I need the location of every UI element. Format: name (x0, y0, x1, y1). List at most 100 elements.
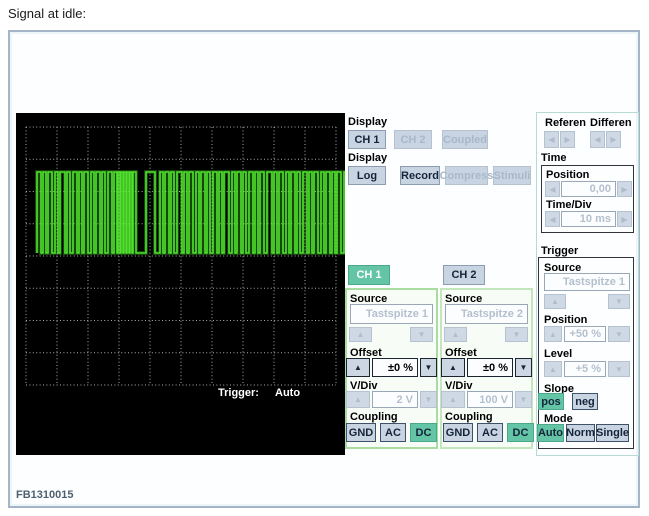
figure-code: FB1310015 (16, 489, 74, 501)
display-channels-label: Display (348, 116, 388, 128)
arrow-up-icon: ▲ (354, 363, 362, 372)
ch2-vdiv-up-button: ▲ (441, 391, 465, 408)
screen: Signal at idle: Trigger: Auto Display CH… (0, 0, 649, 516)
slope-neg-button[interactable]: neg (572, 393, 598, 410)
arrow-down-icon: ▼ (512, 330, 521, 339)
ch1-vdiv-down-button: ▼ (420, 391, 437, 408)
timediv-increase-button: ▶ (617, 211, 632, 227)
waveform-plot (25, 126, 372, 386)
trigger-level-down-button: ▼ (608, 361, 630, 377)
mode-auto-button[interactable]: Auto (537, 424, 564, 442)
arrow-up-icon: ▲ (551, 297, 559, 306)
ch1-vdiv-up-button: ▲ (346, 391, 370, 408)
compress-button: Compress (440, 166, 493, 185)
arrow-down-icon: ▼ (424, 395, 433, 404)
trigger-source-down-button: ▼ (608, 294, 630, 309)
mode-single-button[interactable]: Single (596, 424, 629, 442)
scope-display: Trigger: Auto (16, 113, 372, 455)
trigger-source-value: Tastspitze 1 (544, 273, 630, 291)
differen-prev-button: ◀ (590, 131, 605, 148)
stimuli-button: Stimuli (493, 166, 531, 185)
arrow-down-icon: ▼ (615, 364, 623, 374)
trigger-group-label: Trigger (541, 245, 579, 257)
mode-norm-button[interactable]: Norm (566, 424, 595, 442)
ch2-source-down-button: ▼ (505, 327, 528, 342)
arrow-up-icon: ▲ (549, 329, 557, 339)
ch2-source-up-button: ▲ (444, 327, 467, 342)
ch2-offset-down-button[interactable]: ▼ (515, 358, 532, 377)
ch2-coupling-gnd-button[interactable]: GND (443, 423, 473, 442)
referen-next-button: ▶ (560, 131, 575, 148)
arrow-left-icon: ◀ (549, 214, 556, 224)
ch2-select-button[interactable]: CH 2 (443, 265, 485, 285)
display-mode-label: Display (348, 152, 388, 164)
ch1-coupling-dc-button[interactable]: DC (410, 423, 437, 442)
arrow-down-icon: ▼ (424, 363, 433, 372)
trigger-level-value: +5 % (564, 361, 606, 377)
trigger-position-down-button: ▼ (608, 326, 630, 342)
ch1-display-button[interactable]: CH 1 (348, 130, 386, 149)
arrow-up-icon: ▲ (356, 330, 365, 339)
ch1-coupling-gnd-button[interactable]: GND (346, 423, 376, 442)
arrow-down-icon: ▼ (615, 329, 623, 339)
ch1-select-button[interactable]: CH 1 (348, 265, 390, 285)
ch1-offset-down-button[interactable]: ▼ (420, 358, 437, 377)
ch1-vdiv-value: 2 V (372, 391, 418, 408)
referen-prev-button: ◀ (544, 131, 559, 148)
arrow-up-icon: ▲ (549, 364, 557, 374)
arrow-right-icon: ▶ (621, 184, 628, 194)
arrow-right-icon: ▶ (610, 135, 617, 144)
trigger-level-label: Level (544, 348, 573, 360)
ch2-vdiv-down-button: ▼ (515, 391, 532, 408)
arrow-up-icon: ▲ (451, 330, 460, 339)
ch1-offset-up-button[interactable]: ▲ (346, 358, 370, 377)
arrow-down-icon: ▼ (519, 395, 528, 404)
ch2-source-value: Tastspitze 2 (445, 304, 528, 324)
arrow-up-icon: ▲ (449, 363, 457, 372)
trigger-position-up-button: ▲ (544, 326, 562, 342)
ch2-vdiv-value: 100 V (467, 391, 513, 408)
arrow-up-icon: ▲ (449, 395, 457, 404)
time-position-label: Position (546, 169, 590, 181)
ch1-coupling-ac-button[interactable]: AC (380, 423, 406, 442)
arrow-up-icon: ▲ (354, 395, 362, 404)
ch2-coupling-ac-button[interactable]: AC (477, 423, 503, 442)
arrow-left-icon: ◀ (549, 184, 556, 194)
trigger-level-up-button: ▲ (544, 361, 562, 377)
trigger-position-value: +50 % (564, 326, 606, 342)
ch1-source-value: Tastspitze 1 (350, 304, 433, 324)
differen-next-button: ▶ (606, 131, 621, 148)
ch2-display-button: CH 2 (394, 130, 432, 149)
arrow-down-icon: ▼ (519, 363, 528, 372)
arrow-left-icon: ◀ (548, 135, 555, 144)
log-button[interactable]: Log (348, 166, 386, 185)
time-position-decrease-button: ◀ (545, 181, 560, 197)
differen-label: Differen (590, 117, 632, 129)
ch1-offset-value: ±0 % (372, 358, 418, 377)
ch2-offset-up-button[interactable]: ▲ (441, 358, 465, 377)
arrow-right-icon: ▶ (564, 135, 571, 144)
slope-pos-button[interactable]: pos (538, 393, 564, 410)
timediv-value: 10 ms (561, 211, 616, 227)
trigger-position-label: Position (544, 314, 588, 326)
time-group-label: Time (541, 152, 567, 164)
arrow-left-icon: ◀ (594, 135, 601, 144)
ch1-source-up-button: ▲ (349, 327, 372, 342)
arrow-right-icon: ▶ (621, 214, 628, 224)
trigger-source-up-button: ▲ (544, 294, 566, 309)
ch2-offset-value: ±0 % (467, 358, 513, 377)
ch2-coupling-dc-button[interactable]: DC (507, 423, 534, 442)
ch2-coupling-label: Coupling (445, 411, 493, 423)
timediv-decrease-button: ◀ (545, 211, 560, 227)
arrow-down-icon: ▼ (417, 330, 426, 339)
time-position-value: 0,00 (561, 181, 616, 197)
record-button[interactable]: Record (400, 166, 440, 185)
time-position-increase-button: ▶ (617, 181, 632, 197)
referen-label: Referen (545, 117, 586, 129)
coupled-display-button: Coupled (442, 130, 488, 149)
page-title: Signal at idle: (8, 6, 87, 21)
ch1-coupling-label: Coupling (350, 411, 398, 423)
ch1-source-down-button: ▼ (410, 327, 433, 342)
scope-trigger-label: Trigger: (218, 387, 259, 399)
arrow-down-icon: ▼ (615, 297, 623, 306)
